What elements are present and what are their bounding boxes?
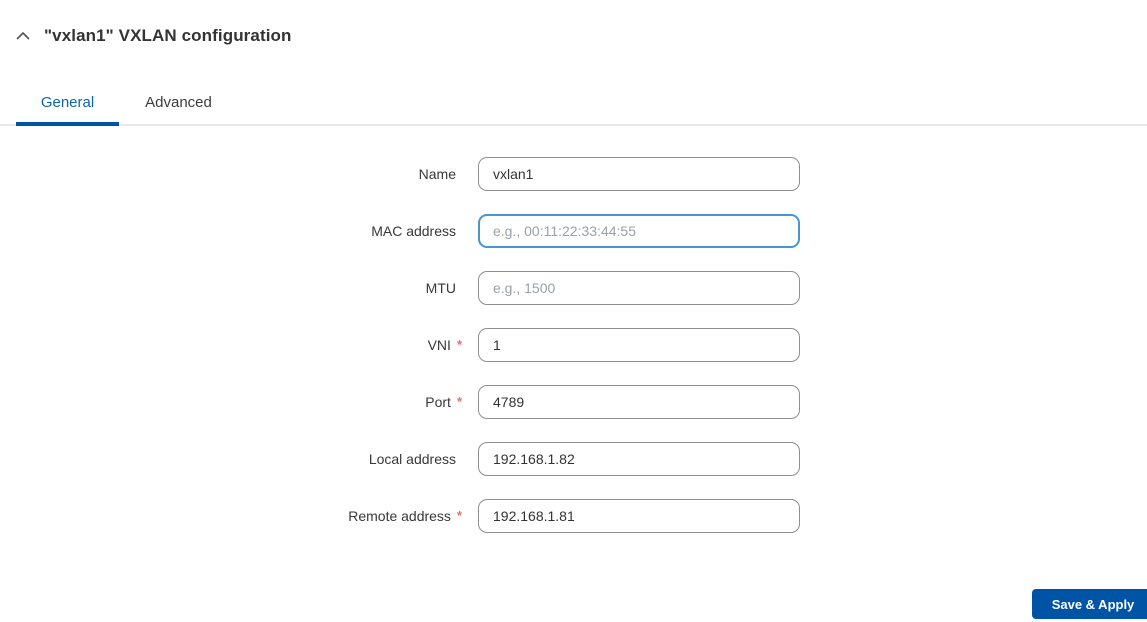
- port-input[interactable]: [478, 385, 800, 419]
- tab-general[interactable]: General: [16, 84, 119, 126]
- section-header[interactable]: "vxlan1" VXLAN configuration: [16, 26, 292, 46]
- chevron-up-icon[interactable]: [16, 31, 30, 41]
- vxlan-config-form: Name MAC address MTU VNI *: [0, 157, 1147, 556]
- field-label-box: Remote address *: [0, 507, 462, 525]
- vni-input[interactable]: [478, 328, 800, 362]
- field-input-box: [478, 214, 800, 248]
- field-label-box: Local address: [0, 451, 462, 467]
- mac-address-input[interactable]: [478, 214, 800, 248]
- tab-bar: General Advanced: [0, 84, 1147, 126]
- form-row-name: Name: [0, 157, 1147, 191]
- vni-label: VNI: [427, 337, 451, 353]
- field-label-box: VNI *: [0, 336, 462, 354]
- form-row-port: Port *: [0, 385, 1147, 419]
- name-input[interactable]: [478, 157, 800, 191]
- field-label-box: Port *: [0, 393, 462, 411]
- local-address-input[interactable]: [478, 442, 800, 476]
- form-row-remote-address: Remote address *: [0, 499, 1147, 533]
- form-row-mtu: MTU: [0, 271, 1147, 305]
- tab-advanced[interactable]: Advanced: [127, 84, 230, 124]
- field-input-box: [478, 328, 800, 362]
- local-address-label: Local address: [368, 451, 456, 467]
- field-label-box: MAC address: [0, 223, 462, 239]
- remote-address-label: Remote address: [348, 508, 451, 524]
- page-title: "vxlan1" VXLAN configuration: [44, 26, 292, 45]
- required-mark: *: [456, 336, 462, 352]
- save-apply-button[interactable]: Save & Apply: [1032, 589, 1147, 619]
- form-row-vni: VNI *: [0, 328, 1147, 362]
- field-input-box: [478, 499, 800, 533]
- field-input-box: [478, 157, 800, 191]
- field-input-box: [478, 385, 800, 419]
- field-label-box: MTU: [0, 280, 462, 296]
- field-label-box: Name: [0, 166, 462, 182]
- port-label: Port: [425, 394, 451, 410]
- mtu-label: MTU: [425, 280, 456, 296]
- remote-address-input[interactable]: [478, 499, 800, 533]
- required-mark: *: [456, 393, 462, 409]
- field-input-box: [478, 271, 800, 305]
- name-label: Name: [418, 166, 456, 182]
- mtu-input[interactable]: [478, 271, 800, 305]
- field-input-box: [478, 442, 800, 476]
- required-mark: *: [456, 507, 462, 523]
- mac-address-label: MAC address: [371, 223, 456, 239]
- form-row-local-address: Local address: [0, 442, 1147, 476]
- form-row-mac-address: MAC address: [0, 214, 1147, 248]
